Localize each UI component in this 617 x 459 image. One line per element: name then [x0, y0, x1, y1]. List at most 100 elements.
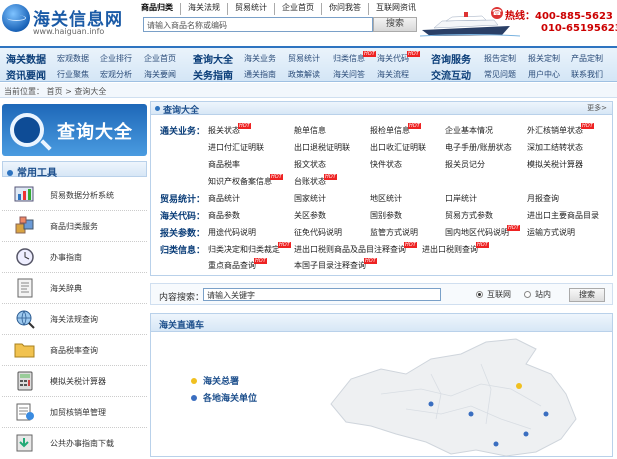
menu-item[interactable]: 海关代码HOT	[377, 51, 420, 64]
menu-item[interactable]: 查询大全	[193, 51, 233, 66]
query-link[interactable]: 深加工结转状态	[527, 142, 583, 153]
query-link[interactable]: 用途代码说明	[208, 227, 256, 238]
tool-item[interactable]: 办事指南	[2, 242, 147, 273]
query-link[interactable]: 口岸统计	[445, 193, 477, 204]
query-link[interactable]: 台账状态HOT	[294, 174, 337, 187]
query-link[interactable]: 报文状态	[294, 159, 326, 170]
radio-site[interactable]	[524, 291, 531, 298]
breadcrumb-home[interactable]: 首页	[47, 87, 63, 96]
menu-item[interactable]: 交流互动	[431, 67, 471, 82]
map-marker[interactable]	[493, 441, 499, 447]
query-link[interactable]: 商品税率	[208, 159, 240, 170]
map-marker[interactable]	[543, 411, 549, 417]
china-map[interactable]	[311, 334, 611, 458]
query-link[interactable]: 出口退税证明联	[294, 142, 350, 153]
query-link[interactable]: 归类决定和归类裁定HOT	[208, 242, 291, 255]
menu-item[interactable]: 联系我们	[571, 69, 603, 80]
map-marker[interactable]	[468, 411, 474, 417]
map-marker[interactable]	[428, 401, 434, 407]
query-link[interactable]: 国家统计	[294, 193, 326, 204]
query-link[interactable]: 监管方式说明	[370, 227, 418, 238]
menu-item[interactable]: 企业首页	[144, 53, 176, 64]
menu-item[interactable]: 海关数据	[6, 51, 46, 66]
tool-item[interactable]: 商品归类服务	[2, 211, 147, 242]
query-link[interactable]: 进口付汇证明联	[208, 142, 264, 153]
query-link[interactable]: 商品参数	[208, 210, 240, 221]
query-link[interactable]: 重点商品查询HOT	[208, 258, 267, 271]
menu-item[interactable]: 海关要闻	[144, 69, 176, 80]
query-link[interactable]: 舱单信息	[294, 125, 326, 136]
query-link[interactable]: 运输方式说明	[527, 227, 575, 238]
tool-item[interactable]: 模拟关税计算器	[2, 366, 147, 397]
site-logo[interactable]: 海关信息网 www.haiguan.info	[2, 2, 130, 42]
query-link[interactable]: 进出口税则商品及品目注释查询HOT	[294, 242, 417, 255]
tool-item[interactable]: 公共办事指南下载	[2, 428, 147, 459]
menu-item[interactable]: 报告定制	[484, 53, 516, 64]
query-link[interactable]: 关区参数	[294, 210, 326, 221]
category-label: 通关业务：	[160, 127, 206, 137]
menu-item[interactable]: 通关指南	[244, 69, 276, 80]
tool-item[interactable]: 贸易数据分析系统	[2, 180, 147, 211]
more-link[interactable]: 更多>	[587, 103, 607, 113]
query-banner: 查询大全	[2, 104, 147, 156]
menu-item[interactable]: 用户中心	[528, 69, 560, 80]
menu-item[interactable]: 报关定制	[528, 53, 560, 64]
site-search-button[interactable]: 搜索	[373, 17, 417, 32]
topnav-item[interactable]: 商品归类	[141, 3, 181, 15]
map-marker[interactable]	[516, 383, 522, 389]
query-link[interactable]: 模拟关税计算器	[527, 159, 583, 170]
topnav-item[interactable]: 贸易统计	[228, 3, 275, 15]
tool-item[interactable]: 商品税率查询	[2, 335, 147, 366]
content-search-button[interactable]: 搜索	[569, 288, 605, 302]
query-link[interactable]: 电子手册/账册状态	[445, 142, 512, 153]
tool-item[interactable]: 海关法规查询	[2, 304, 147, 335]
query-link[interactable]: 进出口主要商品目录	[527, 210, 599, 221]
menu-item[interactable]: 资讯要闻	[6, 67, 46, 82]
query-link[interactable]: 国内地区代码说明HOT	[445, 225, 520, 238]
radio-internet[interactable]	[476, 291, 483, 298]
topnav-item[interactable]: 你问我答	[322, 3, 369, 15]
site-search-input[interactable]: 请输入商品名称或编码	[143, 17, 373, 32]
content-search-input[interactable]: 请输入关键字	[203, 288, 441, 301]
menu-item[interactable]: 宏观分析	[100, 69, 132, 80]
query-link[interactable]: 进出口税则查询HOT	[422, 242, 489, 255]
menu-item[interactable]: 企业排行	[100, 53, 132, 64]
menu-item[interactable]: 咨询服务	[431, 51, 471, 66]
tool-item[interactable]: 加贸核销单管理	[2, 397, 147, 428]
menu-item[interactable]: 关务指南	[193, 67, 233, 82]
query-link[interactable]: 国别参数	[370, 210, 402, 221]
menu-item[interactable]: 行业聚焦	[57, 69, 89, 80]
query-link[interactable]: 报关员记分	[445, 159, 485, 170]
legend-local: 各地海关单位	[203, 394, 258, 404]
query-link[interactable]: 知识产权备案信息HOT	[208, 174, 283, 187]
query-link[interactable]: 本国子目录注释查询HOT	[294, 258, 377, 271]
menu-item[interactable]: 归类信息HOT	[333, 51, 376, 64]
query-link[interactable]: 出口收汇证明联	[370, 142, 426, 153]
tool-item[interactable]: 海关辞典	[2, 273, 147, 304]
query-link[interactable]: 企业基本情况	[445, 125, 493, 136]
breadcrumb-current: 查询大全	[74, 87, 107, 96]
query-link[interactable]: 报检单信息HOT	[370, 123, 421, 136]
query-link[interactable]: 贸易方式参数	[445, 210, 493, 221]
query-link[interactable]: 地区统计	[370, 193, 402, 204]
topnav-item[interactable]: 互联网资讯	[369, 3, 423, 15]
query-link[interactable]: 报关状态HOT	[208, 123, 251, 136]
menu-item[interactable]: 常见问题	[484, 69, 516, 80]
map-marker[interactable]	[523, 431, 529, 437]
query-link[interactable]: 月报查询	[527, 193, 559, 204]
query-link[interactable]: 商品统计	[208, 193, 240, 204]
menu-item[interactable]: 海关流程	[377, 69, 409, 80]
menu-item[interactable]: 宏观数据	[57, 53, 89, 64]
menu-item[interactable]: 海关业务	[244, 53, 276, 64]
menu-item[interactable]: 海关问答	[333, 69, 365, 80]
topnav-item[interactable]: 企业首页	[275, 3, 322, 15]
logo-url: www.haiguan.info	[33, 27, 105, 36]
query-link[interactable]: 快件状态	[370, 159, 402, 170]
menu-item[interactable]: 政策解读	[288, 69, 320, 80]
content-search-label: 内容搜索：	[159, 293, 205, 303]
query-link[interactable]: 征免代码说明	[294, 227, 342, 238]
menu-item[interactable]: 产品定制	[571, 53, 603, 64]
menu-item[interactable]: 贸易统计	[288, 53, 320, 64]
topnav-item[interactable]: 海关法规	[181, 3, 228, 15]
query-link[interactable]: 外汇核销单状态HOT	[527, 123, 594, 136]
